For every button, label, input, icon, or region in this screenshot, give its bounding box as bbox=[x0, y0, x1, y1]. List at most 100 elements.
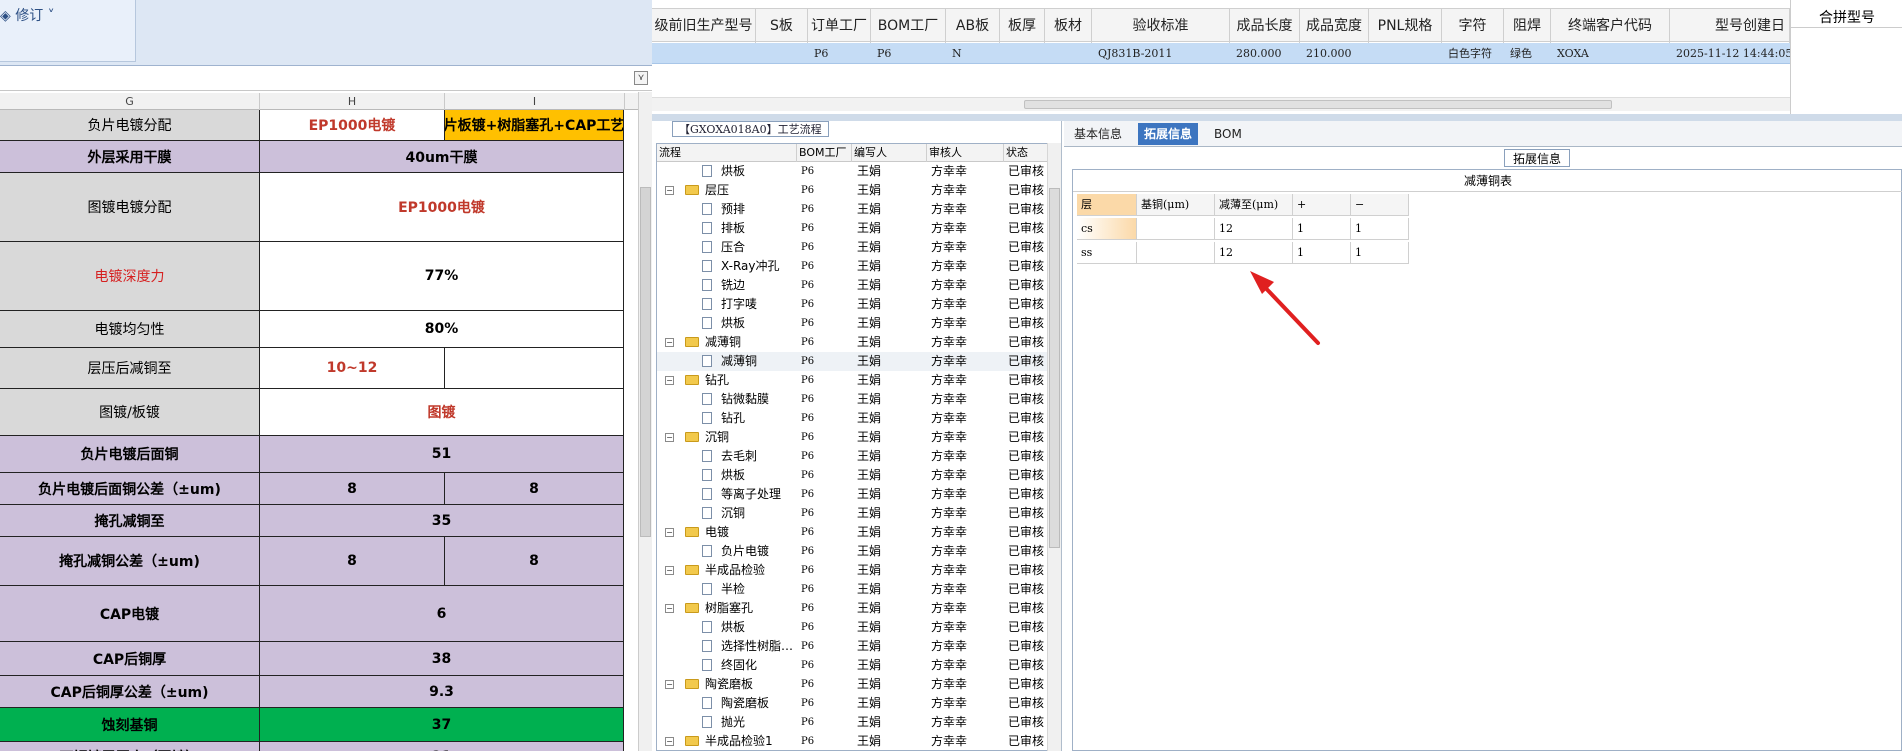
thinning-table-header-cell[interactable]: + bbox=[1293, 194, 1351, 216]
order-grid-column-header[interactable]: 板厚 bbox=[1000, 9, 1045, 43]
order-grid-cell[interactable] bbox=[1375, 43, 1442, 64]
sheet-cell-h[interactable]: 6 bbox=[260, 586, 624, 641]
process-tree-row[interactable]: 排板 P6 王娟 方幸幸 已审核 bbox=[657, 219, 1060, 238]
order-grid-column-header[interactable]: 终端客户代码 bbox=[1551, 9, 1670, 43]
sheet-cell-h[interactable]: 37 bbox=[260, 708, 624, 741]
process-tree-row[interactable]: 抛光 P6 王娟 方幸幸 已审核 bbox=[657, 713, 1060, 732]
process-tree-row[interactable]: 预排 P6 王娟 方幸幸 已审核 bbox=[657, 200, 1060, 219]
order-grid-column-header[interactable]: 型号创建日 bbox=[1670, 9, 1790, 43]
sheet-row-label[interactable]: 面铜镀层厚度（图镀） bbox=[0, 742, 260, 751]
collapse-toggle-icon[interactable]: − bbox=[665, 680, 674, 689]
process-tree-row[interactable]: 钻微黏膜 P6 王娟 方幸幸 已审核 bbox=[657, 390, 1060, 409]
thinning-table-cell[interactable]: 1 bbox=[1293, 218, 1351, 240]
sheet-row-label[interactable]: 负片电镀后面铜公差（±um) bbox=[0, 473, 260, 504]
order-grid-cell[interactable]: N bbox=[952, 43, 1000, 64]
process-tree-row[interactable]: − 沉铜 P6 王娟 方幸幸 已审核 bbox=[657, 428, 1060, 447]
scrollbar-thumb[interactable] bbox=[1024, 100, 1612, 109]
process-tree-row[interactable]: 终固化 P6 王娟 方幸幸 已审核 bbox=[657, 656, 1060, 675]
thinning-table-header-cell[interactable]: 层 bbox=[1077, 194, 1137, 216]
order-grid-cell[interactable]: P6 bbox=[877, 43, 946, 64]
column-header-i[interactable]: I bbox=[445, 93, 625, 110]
process-tree-row[interactable]: 半检 P6 王娟 方幸幸 已审核 bbox=[657, 580, 1060, 599]
process-tree-row[interactable]: 等离子处理 P6 王娟 方幸幸 已审核 bbox=[657, 485, 1060, 504]
process-flow-tab[interactable]: 【GXOXA018A0】工艺流程 bbox=[672, 121, 829, 137]
sheet-row-label[interactable]: CAP后铜厚 bbox=[0, 642, 260, 675]
sheet-row-label[interactable]: 负片电镀分配 bbox=[0, 110, 260, 140]
order-grid-cell[interactable] bbox=[658, 43, 756, 64]
process-tree-row[interactable]: 负片电镀 P6 王娟 方幸幸 已审核 bbox=[657, 542, 1060, 561]
sheet-row-label[interactable]: 图镀电镀分配 bbox=[0, 173, 260, 241]
sheet-row-label[interactable]: 层压后减铜至 bbox=[0, 348, 260, 388]
sheet-row-label[interactable]: CAP电镀 bbox=[0, 586, 260, 641]
sheet-cell-h[interactable]: 10~12 bbox=[260, 348, 445, 388]
sheet-row-label[interactable]: 电镀深度力 bbox=[0, 242, 260, 310]
sheet-cell-h[interactable]: 80% bbox=[260, 311, 624, 347]
sheet-cell-h[interactable]: EP1000电镀 bbox=[260, 173, 624, 241]
order-grid-cell[interactable] bbox=[762, 43, 808, 64]
sheet-row-label[interactable]: CAP后铜厚公差（±um) bbox=[0, 676, 260, 707]
sheet-row-label[interactable]: 掩孔减铜公差（±um) bbox=[0, 537, 260, 585]
thinning-table-cell[interactable]: 12 bbox=[1215, 242, 1293, 264]
order-grid-column-header[interactable]: 订单工厂 bbox=[808, 9, 871, 43]
formula-bar[interactable]: ⋎ bbox=[0, 67, 652, 91]
sheet-cell-h[interactable]: 8 bbox=[260, 537, 445, 585]
tab-basic-info[interactable]: 基本信息 bbox=[1068, 123, 1128, 145]
sheet-row-label[interactable]: 掩孔减铜至 bbox=[0, 505, 260, 536]
sheet-cell-i[interactable] bbox=[445, 348, 624, 388]
collapse-toggle-icon[interactable]: − bbox=[665, 566, 674, 575]
sheet-row-label[interactable]: 负片电镀后面铜 bbox=[0, 436, 260, 472]
thinning-table-cell[interactable]: cs bbox=[1077, 218, 1137, 240]
scrollbar-thumb[interactable] bbox=[640, 187, 651, 537]
order-grid-cell[interactable] bbox=[1006, 43, 1045, 64]
thinning-table-header-cell[interactable]: 减薄至(μm) bbox=[1215, 194, 1293, 216]
expand-formula-icon[interactable]: ⋎ bbox=[634, 71, 648, 85]
order-grid-cell[interactable]: P6 bbox=[814, 43, 871, 64]
order-grid-column-header[interactable]: 成品长度 bbox=[1230, 9, 1300, 43]
process-tree-row[interactable]: 沉铜 P6 王娟 方幸幸 已审核 bbox=[657, 504, 1060, 523]
sheet-cell-h[interactable]: 35 bbox=[260, 505, 624, 536]
order-grid-column-header[interactable]: 级前旧生产型号 bbox=[652, 9, 756, 43]
sheet-row-label[interactable]: 电镀均匀性 bbox=[0, 311, 260, 347]
thinning-table-header-cell[interactable]: − bbox=[1351, 194, 1409, 216]
sheet-row-label[interactable]: 图镀/板镀 bbox=[0, 389, 260, 435]
order-grid-horizontal-scrollbar[interactable] bbox=[652, 97, 1790, 111]
thinning-table-row[interactable]: cs 12 1 1 bbox=[1077, 218, 1417, 240]
process-tree-row[interactable]: X-Ray冲孔 P6 王娟 方幸幸 已审核 bbox=[657, 257, 1060, 276]
collapse-toggle-icon[interactable]: − bbox=[665, 737, 674, 746]
order-grid-column-header[interactable]: 字符 bbox=[1442, 9, 1504, 43]
thinning-table-row[interactable]: ss 12 1 1 bbox=[1077, 242, 1417, 264]
thinning-table-cell[interactable] bbox=[1137, 242, 1215, 264]
collapse-toggle-icon[interactable]: − bbox=[665, 186, 674, 195]
process-tree-row[interactable]: 烘板 P6 王娟 方幸幸 已审核 bbox=[657, 314, 1060, 333]
order-grid-column-header[interactable]: PNL规格 bbox=[1369, 9, 1442, 43]
splitter[interactable] bbox=[652, 114, 1902, 121]
sheet-cell-i[interactable]: 片板镀+树脂塞孔+CAP工艺 bbox=[445, 110, 624, 140]
sheet-cell-h[interactable]: EP1000电镀 bbox=[260, 110, 445, 140]
column-header-g[interactable]: G bbox=[0, 93, 260, 110]
order-grid-cell[interactable]: 210.000 bbox=[1306, 43, 1369, 64]
process-tree-row[interactable]: 烘板 P6 王娟 方幸幸 已审核 bbox=[657, 162, 1060, 181]
column-header-h[interactable]: H bbox=[260, 93, 445, 110]
sheet-cell-i[interactable]: 8 bbox=[445, 537, 624, 585]
process-tree-row[interactable]: 压合 P6 王娟 方幸幸 已审核 bbox=[657, 238, 1060, 257]
order-grid-column-header[interactable]: S板 bbox=[756, 9, 808, 43]
sheet-cell-h[interactable]: 38 bbox=[260, 642, 624, 675]
process-tree-row[interactable]: − 层压 P6 王娟 方幸幸 已审核 bbox=[657, 181, 1060, 200]
thinning-table-cell[interactable]: 1 bbox=[1293, 242, 1351, 264]
process-tree-row[interactable]: − 陶瓷磨板 P6 王娟 方幸幸 已审核 bbox=[657, 675, 1060, 694]
collapse-toggle-icon[interactable]: − bbox=[665, 528, 674, 537]
process-tree-row[interactable]: − 减薄铜 P6 王娟 方幸幸 已审核 bbox=[657, 333, 1060, 352]
collapse-toggle-icon[interactable]: − bbox=[665, 338, 674, 347]
order-grid-cell[interactable] bbox=[1051, 43, 1092, 64]
order-grid-column-header[interactable]: BOM工厂 bbox=[871, 9, 946, 43]
col-writer[interactable]: 编写人 bbox=[852, 144, 927, 162]
sheet-cell-h[interactable]: 8 bbox=[260, 473, 445, 504]
thinning-table-cell[interactable]: 1 bbox=[1351, 242, 1409, 264]
order-grid-column-header[interactable]: 板材 bbox=[1045, 9, 1092, 43]
process-tree-row[interactable]: − 电镀 P6 王娟 方幸幸 已审核 bbox=[657, 523, 1060, 542]
sheet-row-label[interactable]: 蚀刻基铜 bbox=[0, 708, 260, 741]
order-grid-column-header[interactable]: 验收标准 bbox=[1092, 9, 1230, 43]
process-tree-row[interactable]: 烘板 P6 王娟 方幸幸 已审核 bbox=[657, 618, 1060, 637]
process-tree-row[interactable]: 陶瓷磨板 P6 王娟 方幸幸 已审核 bbox=[657, 694, 1060, 713]
order-grid-cell[interactable]: QJ831B-2011 bbox=[1098, 43, 1230, 64]
